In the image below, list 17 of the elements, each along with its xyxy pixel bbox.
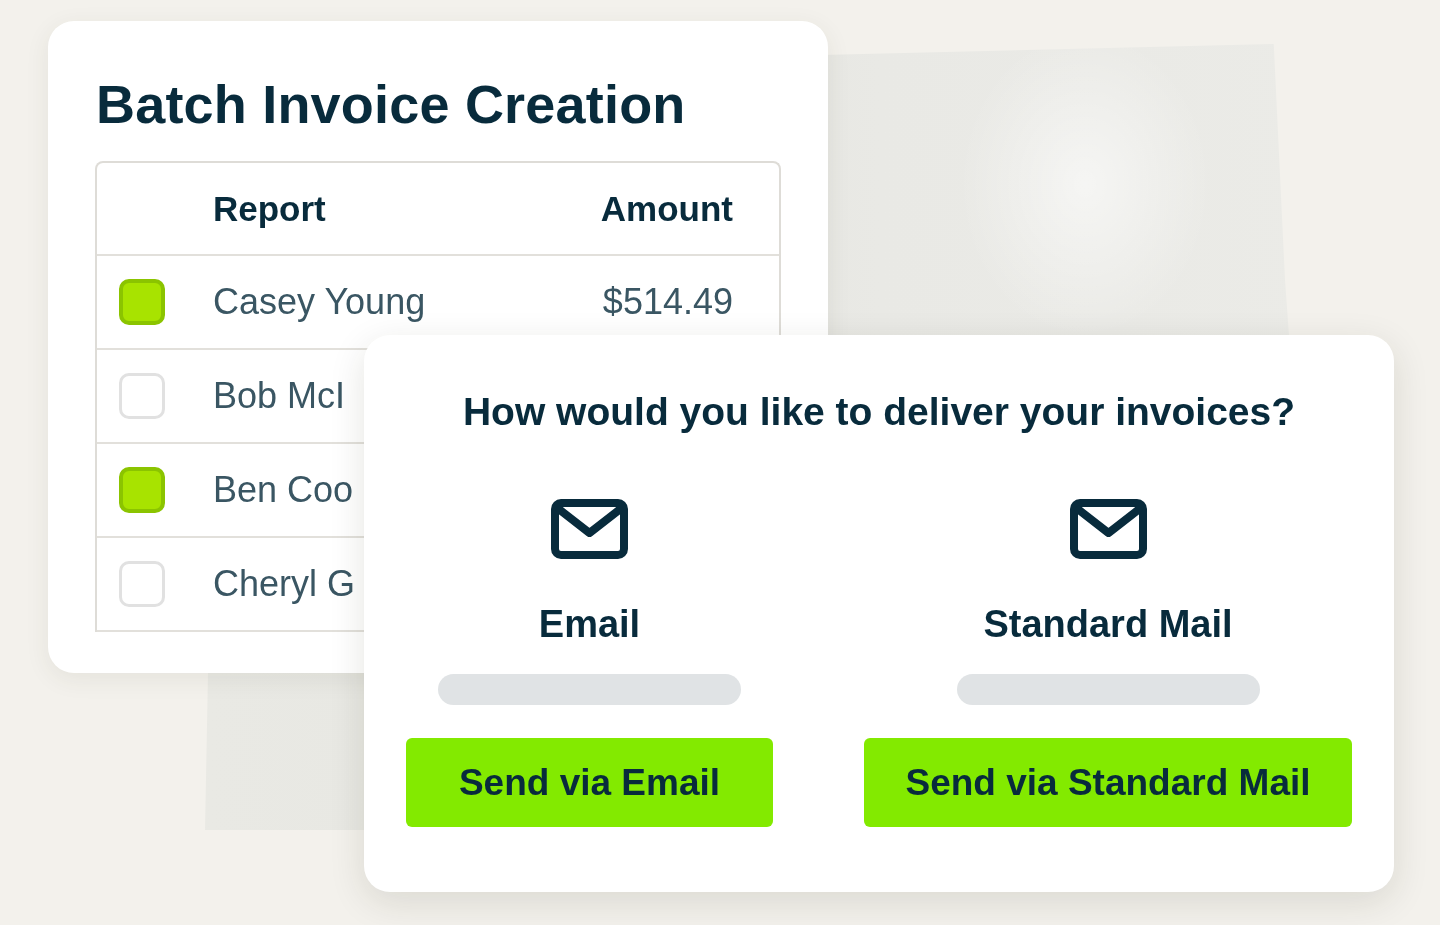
amount-cell: $514.49	[602, 281, 733, 323]
checkbox[interactable]	[119, 279, 165, 325]
mail-icon	[551, 499, 628, 559]
mail-icon	[1069, 499, 1147, 559]
column-header: Amount	[600, 188, 733, 229]
checkbox[interactable]	[119, 467, 165, 513]
report-name: Bob McI	[213, 375, 346, 417]
dialog-question: How would you like to deliver your invoices?	[462, 389, 1296, 435]
send-button[interactable]: Send via Email	[406, 738, 773, 827]
card-title: Batch Invoice Creation	[96, 73, 686, 136]
report-name: Casey Young	[213, 281, 426, 323]
column-header: Report	[213, 188, 326, 229]
report-name: Ben Coo	[213, 469, 354, 511]
option-label: Standard Mail	[983, 602, 1233, 646]
send-button[interactable]: Send via Standard Mail	[864, 738, 1352, 827]
report-name: Cheryl G	[213, 563, 356, 605]
option-label: Email	[538, 602, 641, 646]
